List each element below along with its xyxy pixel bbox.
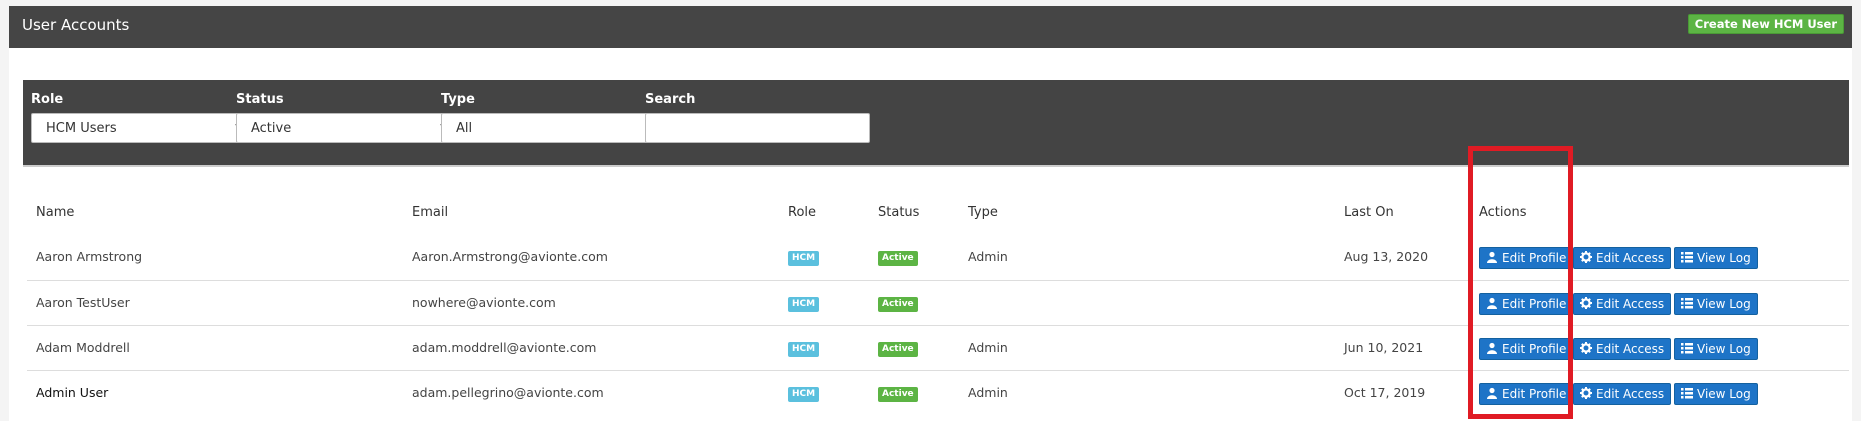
view-log-button[interactable]: View Log <box>1674 293 1758 315</box>
view-log-label: View Log <box>1697 387 1751 401</box>
list-icon <box>1681 343 1693 354</box>
table-row: Admin User adam.pellegrino@avionte.com H… <box>27 370 1849 415</box>
edit-access-button[interactable]: Edit Access <box>1573 247 1672 269</box>
list-icon <box>1681 388 1693 399</box>
edit-access-button[interactable]: Edit Access <box>1573 293 1672 315</box>
type-filter: Type All <box>441 92 666 143</box>
view-log-label: View Log <box>1697 297 1751 311</box>
page-title: User Accounts <box>22 16 130 34</box>
user-name: Aaron Armstrong <box>36 249 143 264</box>
role-select[interactable]: HCM Users <box>31 113 256 143</box>
user-last-on: Aug 13, 2020 <box>1344 249 1429 264</box>
status-filter-label: Status <box>236 92 284 107</box>
type-select-value: All <box>456 121 473 136</box>
status-badge: Active <box>878 251 918 266</box>
list-icon <box>1681 252 1693 263</box>
edit-access-button[interactable]: Edit Access <box>1573 383 1672 405</box>
edit-access-label: Edit Access <box>1596 342 1665 356</box>
create-new-hcm-user-button[interactable]: Create New HCM User <box>1687 14 1844 34</box>
user-type: Admin <box>968 385 1008 400</box>
gear-icon <box>1580 297 1592 309</box>
role-select-value: HCM Users <box>46 121 117 136</box>
role-badge: HCM <box>788 297 820 312</box>
table-row: Adam Moddrell adam.moddrell@avionte.com … <box>27 325 1849 370</box>
user-email: Aaron.Armstrong@avionte.com <box>412 249 608 264</box>
list-icon <box>1681 298 1693 309</box>
filter-bar: Role HCM Users Status Active Type All Se… <box>23 80 1849 167</box>
status-select[interactable]: Active <box>236 113 461 143</box>
user-name: Aaron TestUser <box>36 295 130 310</box>
type-filter-label: Type <box>441 92 475 107</box>
table-row: Aaron TestUser nowhere@avionte.com HCM A… <box>27 280 1849 325</box>
status-badge: Active <box>878 342 918 357</box>
user-email: nowhere@avionte.com <box>412 295 556 310</box>
table-row: Aaron Armstrong Aaron.Armstrong@avionte.… <box>27 235 1849 280</box>
user-email: adam.moddrell@avionte.com <box>412 340 597 355</box>
page-header: User Accounts Create New HCM User <box>9 6 1852 48</box>
column-header-status[interactable]: Status <box>878 205 919 220</box>
user-type: Admin <box>968 249 1008 264</box>
view-log-label: View Log <box>1697 251 1751 265</box>
edit-access-button[interactable]: Edit Access <box>1573 338 1672 360</box>
user-last-on: Oct 17, 2019 <box>1344 385 1426 400</box>
column-header-email[interactable]: Email <box>412 205 448 220</box>
user-email: adam.pellegrino@avionte.com <box>412 385 604 400</box>
user-type: Admin <box>968 340 1008 355</box>
search-filter: Search <box>645 92 870 143</box>
role-badge: HCM <box>788 251 820 266</box>
status-filter: Status Active <box>236 92 461 143</box>
actions-highlight-box <box>1468 146 1573 419</box>
gear-icon <box>1580 342 1592 354</box>
role-filter-label: Role <box>31 92 64 107</box>
view-log-button[interactable]: View Log <box>1674 338 1758 360</box>
role-badge: HCM <box>788 387 820 402</box>
status-select-value: Active <box>251 121 292 136</box>
view-log-label: View Log <box>1697 342 1751 356</box>
view-log-button[interactable]: View Log <box>1674 383 1758 405</box>
search-filter-label: Search <box>645 92 696 107</box>
type-select[interactable]: All <box>441 113 666 143</box>
role-filter: Role HCM Users <box>31 92 256 143</box>
edit-access-label: Edit Access <box>1596 387 1665 401</box>
status-badge: Active <box>878 297 918 312</box>
column-header-name[interactable]: Name <box>36 205 74 220</box>
user-last-on: Jun 10, 2021 <box>1344 340 1424 355</box>
edit-access-label: Edit Access <box>1596 297 1665 311</box>
table-header: Name Email Role Status Type Last On Acti… <box>27 195 1849 235</box>
search-input[interactable] <box>645 113 870 143</box>
role-badge: HCM <box>788 342 820 357</box>
gear-icon <box>1580 387 1592 399</box>
status-badge: Active <box>878 387 918 402</box>
user-name: Admin User <box>36 385 109 400</box>
column-header-role[interactable]: Role <box>788 205 816 220</box>
user-name: Adam Moddrell <box>36 340 130 355</box>
view-log-button[interactable]: View Log <box>1674 247 1758 269</box>
edit-access-label: Edit Access <box>1596 251 1665 265</box>
gear-icon <box>1580 251 1592 263</box>
column-header-last-on[interactable]: Last On <box>1344 205 1394 220</box>
column-header-type[interactable]: Type <box>968 205 998 220</box>
